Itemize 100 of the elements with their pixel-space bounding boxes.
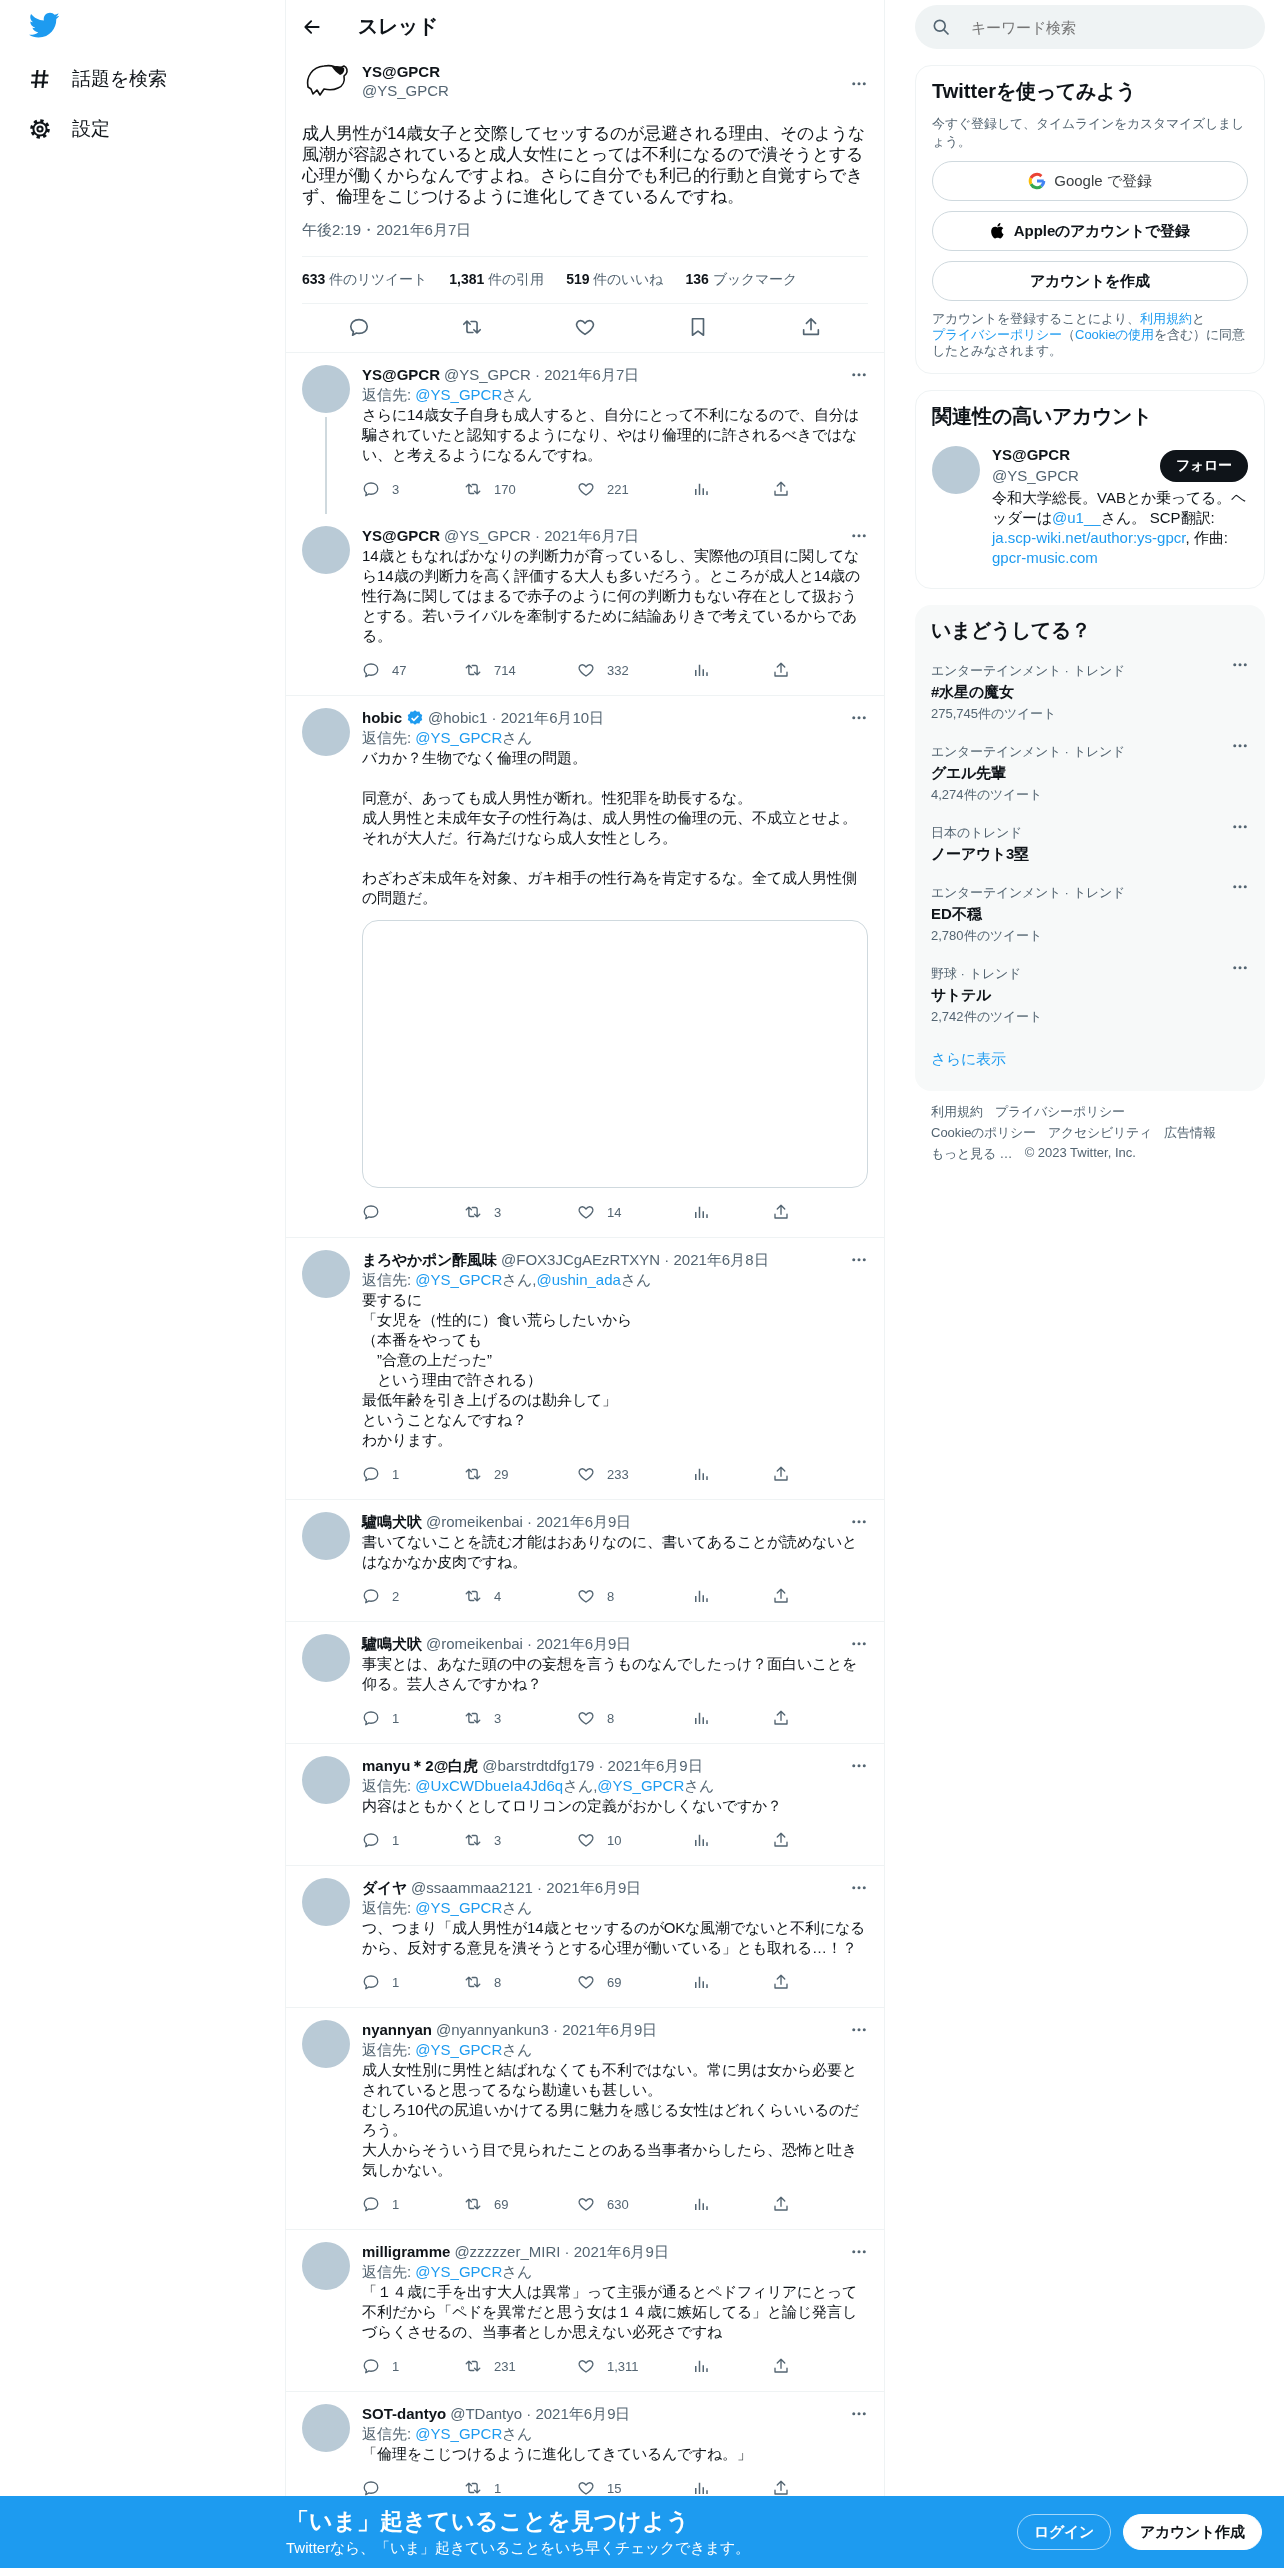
trend-count: 2,780件のツイート bbox=[931, 927, 1043, 945]
share-icon[interactable] bbox=[772, 1587, 790, 1605]
reply-icon bbox=[362, 480, 380, 498]
retweet-button[interactable]: 714 bbox=[464, 660, 577, 680]
reply-button[interactable]: 1 bbox=[362, 1464, 464, 1484]
stat-link[interactable]: 136 ブックマーク bbox=[685, 271, 797, 289]
like-button[interactable]: 233 bbox=[577, 1464, 692, 1484]
retweet-button[interactable]: 4 bbox=[464, 1586, 577, 1606]
heart-icon bbox=[577, 1973, 595, 1991]
share-icon[interactable] bbox=[772, 661, 790, 679]
more-icon[interactable] bbox=[850, 80, 868, 86]
share-icon[interactable] bbox=[772, 2195, 790, 2213]
reply-button[interactable]: 1 bbox=[362, 1708, 464, 1728]
like-button[interactable]: 8 bbox=[577, 1586, 692, 1606]
trend-context: 日本のトレンド bbox=[931, 824, 1023, 842]
more-icon[interactable] bbox=[1231, 743, 1249, 749]
footer-link[interactable]: 利用規約 bbox=[931, 1103, 983, 1121]
signup-button[interactable]: アカウント作成 bbox=[1123, 2514, 1262, 2550]
more-icon[interactable] bbox=[850, 1257, 868, 1263]
more-icon[interactable] bbox=[1231, 965, 1249, 971]
more-icon[interactable] bbox=[850, 533, 868, 539]
reply-button[interactable]: 1 bbox=[362, 2194, 464, 2214]
reply-button[interactable]: 2 bbox=[362, 1586, 464, 1606]
more-icon[interactable] bbox=[1231, 884, 1249, 890]
reply-button[interactable]: 1 bbox=[362, 2356, 464, 2376]
footer-link[interactable]: Cookieのポリシー bbox=[931, 1124, 1037, 1142]
share-icon[interactable] bbox=[772, 2357, 790, 2375]
retweet-button[interactable]: 3 bbox=[464, 1708, 577, 1728]
share-icon[interactable] bbox=[772, 1465, 790, 1483]
more-icon[interactable] bbox=[1231, 662, 1249, 668]
reply-icon[interactable] bbox=[347, 316, 370, 338]
footer-link[interactable]: もっと見る … bbox=[931, 1145, 1013, 1163]
like-button[interactable]: 630 bbox=[577, 2194, 692, 2214]
reply-text: 「倫理をこじつけるように進化してきているんですね。」 bbox=[362, 2444, 753, 2464]
reply-to-text: 返信先: @YS_GPCRさん bbox=[362, 385, 534, 405]
more-icon[interactable] bbox=[850, 2411, 868, 2417]
reply-button[interactable]: 3 bbox=[362, 479, 464, 499]
banner-title: 「いま」起きていることを見つけよう bbox=[286, 2507, 691, 2536]
bird-icon[interactable] bbox=[28, 12, 60, 40]
card-subtitle: 今すぐ登録して、タイムラインをカスタマイズしましょう。 bbox=[932, 115, 1245, 151]
retweet-button[interactable]: 3 bbox=[464, 1202, 577, 1222]
share-icon[interactable] bbox=[772, 1203, 790, 1221]
signup-button[interactable]: Google で登録 bbox=[932, 161, 1248, 201]
trend-topic[interactable]: ED不穏 bbox=[931, 905, 1125, 924]
share-icon[interactable] bbox=[772, 2479, 790, 2497]
stat-link[interactable]: 633 件のリツイート bbox=[302, 271, 428, 289]
retweet-button[interactable]: 1 bbox=[464, 2478, 577, 2498]
retweet-button[interactable]: 69 bbox=[464, 2194, 577, 2214]
reply-button[interactable]: 1 bbox=[362, 1830, 464, 1850]
more-icon[interactable] bbox=[850, 715, 868, 721]
reply-text: 成人女性別に男性と結ばれなくても不利ではない。常に男は女から必要とされていると思ってるなら勘違いも甚しい。 bbox=[362, 2060, 858, 2100]
reply-button[interactable]: 1 bbox=[362, 1972, 464, 1992]
share-icon[interactable] bbox=[772, 1709, 790, 1727]
nav-link[interactable]: 話題を検索 bbox=[72, 66, 167, 92]
trend-count: 4,274件のツイート bbox=[931, 786, 1043, 804]
reply-button[interactable]: 47 bbox=[362, 660, 464, 680]
like-button[interactable]: 10 bbox=[577, 1830, 692, 1850]
share-icon[interactable] bbox=[772, 1831, 790, 1849]
more-icon[interactable] bbox=[850, 372, 868, 378]
share-icon[interactable] bbox=[772, 1973, 790, 1991]
signup-button[interactable]: アカウントを作成 bbox=[932, 261, 1248, 301]
stat-link[interactable]: 1,381 件の引用 bbox=[449, 271, 545, 289]
more-icon[interactable] bbox=[850, 2249, 868, 2255]
trend-topic[interactable]: ノーアウト3塁 bbox=[931, 845, 1030, 864]
retweet-button[interactable]: 170 bbox=[464, 479, 577, 499]
follow-button[interactable]: フォロー bbox=[1160, 450, 1248, 482]
like-button[interactable]: 1,311 bbox=[577, 2356, 692, 2376]
more-icon[interactable] bbox=[850, 1885, 868, 1891]
footer-link[interactable]: プライバシーポリシー bbox=[995, 1103, 1125, 1121]
trend-topic[interactable]: #水星の魔女 bbox=[931, 683, 1125, 702]
signup-button[interactable]: Appleのアカウントで登録 bbox=[932, 211, 1248, 251]
like-button[interactable]: 221 bbox=[577, 479, 692, 499]
like-button[interactable]: 14 bbox=[577, 1202, 692, 1222]
retweet-button[interactable]: 8 bbox=[464, 1972, 577, 1992]
trend-topic[interactable]: グエル先輩 bbox=[931, 764, 1125, 783]
reply-text: 成人男性と未成年女子の性行為は、成人男性の倫理の元、不成立とせよ。 bbox=[362, 808, 858, 828]
like-button[interactable]: 69 bbox=[577, 1972, 692, 1992]
stat-link[interactable]: 519 件のいいね bbox=[566, 271, 664, 289]
nav-link[interactable]: 設定 bbox=[72, 116, 110, 142]
more-icon[interactable] bbox=[850, 2027, 868, 2033]
footer-link[interactable]: © 2023 Twitter, Inc. bbox=[1024, 1145, 1136, 1163]
search-field[interactable]: キーワード検索 bbox=[915, 5, 1265, 49]
trend-context: エンターテインメント · トレンド bbox=[931, 743, 1125, 761]
share-icon[interactable] bbox=[772, 480, 790, 498]
reply-text: わざわざ未成年を対象、ガキ相手の性行為を肯定するな。全て成人男性側の問題だ。 bbox=[362, 868, 858, 908]
retweet-button[interactable]: 29 bbox=[464, 1464, 577, 1484]
like-button[interactable]: 332 bbox=[577, 660, 692, 680]
retweet-button[interactable]: 231 bbox=[464, 2356, 577, 2376]
retweet-button[interactable]: 3 bbox=[464, 1830, 577, 1850]
more-icon[interactable] bbox=[850, 1519, 868, 1525]
like-button[interactable]: 15 bbox=[577, 2478, 692, 2498]
trend-topic[interactable]: サトテル bbox=[931, 986, 1042, 1005]
footer-link[interactable]: アクセシビリティ bbox=[1048, 1124, 1153, 1142]
reply-to-text: 返信先: @YS_GPCRさん bbox=[362, 2262, 534, 2282]
more-icon[interactable] bbox=[850, 1763, 868, 1769]
like-button[interactable]: 8 bbox=[577, 1708, 692, 1728]
more-icon[interactable] bbox=[1231, 824, 1249, 830]
footer-link[interactable]: 広告情報 bbox=[1164, 1124, 1217, 1142]
more-icon[interactable] bbox=[850, 1641, 868, 1647]
author-name: YS@GPCR bbox=[362, 365, 440, 385]
